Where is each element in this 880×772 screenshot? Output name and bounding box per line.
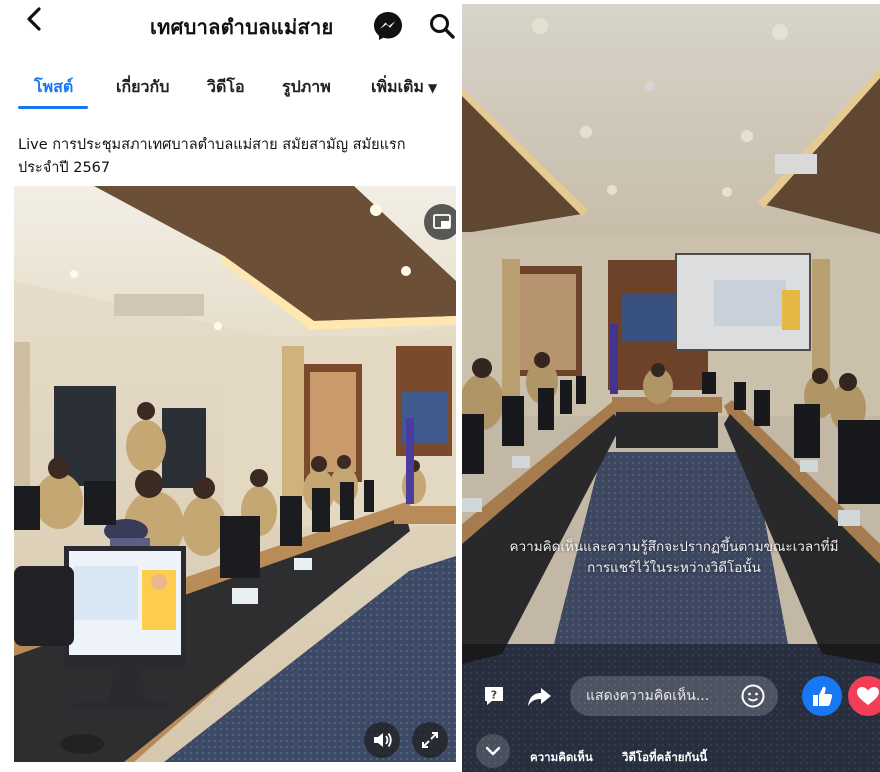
like-reaction-icon[interactable] bbox=[802, 676, 842, 716]
comment-box bbox=[570, 676, 778, 716]
back-icon[interactable] bbox=[26, 6, 42, 37]
search-icon[interactable] bbox=[427, 11, 457, 41]
notice-line-1: ความคิดเห็นและความรู้สึกจะปรากฏขึ้นตามขณ… bbox=[509, 539, 839, 555]
emoji-icon[interactable] bbox=[740, 683, 766, 709]
share-icon[interactable] bbox=[524, 681, 554, 711]
tab-posts[interactable]: โพสต์ bbox=[34, 75, 73, 100]
post-caption: Live การประชุมสภาเทศบาลตำบลแม่สาย สมัยสา… bbox=[18, 134, 443, 180]
collapse-chevron-icon[interactable] bbox=[476, 734, 510, 768]
tab-photos[interactable]: รูปภาพ bbox=[282, 75, 331, 100]
tab-videos[interactable]: วิดีโอ bbox=[207, 75, 245, 100]
caption-line-2: ประจำปี 2567 bbox=[18, 160, 111, 176]
love-reaction-icon[interactable] bbox=[848, 676, 880, 716]
live-video-player[interactable] bbox=[14, 186, 456, 762]
fullscreen-video-panel[interactable]: ความคิดเห็นและความรู้สึกจะปรากฏขึ้นตามขณ… bbox=[462, 4, 880, 772]
question-bubble-icon[interactable]: ? bbox=[480, 682, 508, 710]
top-bar: เทศบาลตำบลแม่สาย bbox=[0, 0, 458, 52]
fullscreen-icon[interactable] bbox=[412, 722, 448, 758]
caption-line-1: Live การประชุมสภาเทศบาลตำบลแม่สาย สมัยสา… bbox=[18, 137, 406, 153]
page-title: เทศบาลตำบลแม่สาย bbox=[150, 15, 334, 39]
live-reactions-notice: ความคิดเห็นและความรู้สึกจะปรากฏขึ้นตามขณ… bbox=[474, 537, 874, 579]
notice-line-2: การแชร์ไว้ในระหว่างวิดีโอนั้น bbox=[587, 560, 761, 576]
picture-in-picture-icon[interactable] bbox=[424, 204, 456, 240]
volume-icon[interactable] bbox=[364, 722, 400, 758]
page-tabs: โพสต์ เกี่ยวกับ วิดีโอ รูปภาพ เพิ่มเติม ▼ bbox=[0, 68, 458, 112]
video-action-bar: ? ความคิดเห็น วิดีโอที่คล้ายกันนี้ bbox=[462, 668, 880, 772]
meeting-room-image bbox=[14, 186, 456, 762]
tab-about[interactable]: เกี่ยวกับ bbox=[116, 75, 169, 100]
tab-more[interactable]: เพิ่มเติม ▼ bbox=[371, 75, 437, 100]
active-tab-indicator bbox=[18, 106, 88, 109]
tab-comments[interactable]: ความคิดเห็น bbox=[530, 749, 593, 767]
left-page-panel: เทศบาลตำบลแม่สาย โพสต์ เกี่ยวกับ วิดีโอ … bbox=[0, 0, 458, 772]
tab-more-label: เพิ่มเติม bbox=[371, 77, 424, 96]
caret-down-icon: ▼ bbox=[427, 81, 438, 95]
comment-input[interactable] bbox=[570, 676, 746, 716]
tab-similar-videos[interactable]: วิดีโอที่คล้ายกันนี้ bbox=[622, 749, 707, 767]
svg-text:?: ? bbox=[491, 689, 497, 702]
meeting-room-wide-image bbox=[462, 4, 880, 772]
messenger-icon[interactable] bbox=[371, 9, 405, 43]
